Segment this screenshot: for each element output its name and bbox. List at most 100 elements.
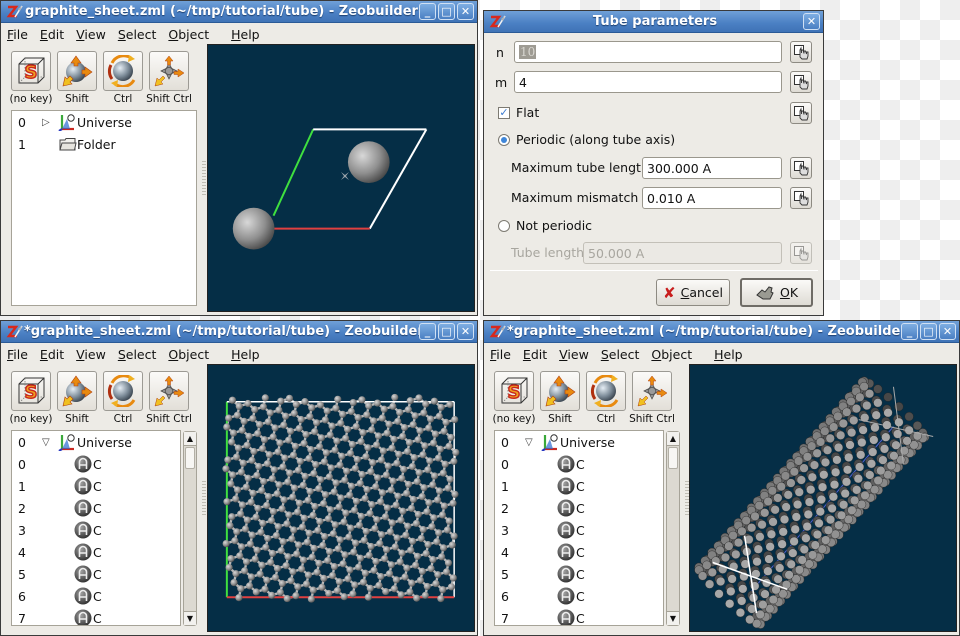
maximize-button[interactable]: □ <box>438 3 455 20</box>
close-button[interactable]: ✕ <box>803 13 820 30</box>
tool-shift[interactable]: Shift <box>57 51 97 105</box>
tree-row-folder[interactable]: 1 Folder <box>12 133 196 155</box>
tree-row-atom[interactable]: 6C <box>12 585 180 607</box>
maximize-button[interactable]: □ <box>438 323 455 340</box>
scroll-down-arrow[interactable]: ▼ <box>667 611 679 625</box>
object-tree[interactable]: 0 ▽ Universe 0 C 1 C 2 C 3 C 4 C 5 C 6 C 7 C <box>11 430 181 626</box>
menu-view[interactable]: View <box>76 27 106 42</box>
tree-scrollbar[interactable]: ▲ ▼ <box>183 431 197 626</box>
n-input[interactable]: 10 <box>514 41 782 63</box>
tree-row-universe[interactable]: 0 ▽ Universe <box>12 431 180 453</box>
tool-shift-ctrl[interactable]: Shift Ctrl <box>146 371 192 425</box>
tree-row-atom[interactable]: 1C <box>12 475 180 497</box>
not-periodic-radio[interactable] <box>498 219 510 232</box>
object-tree[interactable]: 0 ▽ Universe 0 C 1 C 2 C 3 C 4 C 5 C 6 C 7 C <box>494 430 664 626</box>
tree-row-atom[interactable]: 3C <box>495 519 663 541</box>
tree-row-atom[interactable]: 6C <box>495 585 663 607</box>
periodic-radio[interactable] <box>498 133 510 146</box>
zeobuilder-app-icon[interactable] <box>6 324 24 340</box>
scroll-thumb[interactable] <box>185 447 195 469</box>
expander-expanded-icon[interactable]: ▽ <box>525 437 533 448</box>
title-bar[interactable]: graphite_sheet.zml (~/tmp/tutorial/tube)… <box>1 1 477 23</box>
tree-row-atom[interactable]: 7C <box>495 607 663 625</box>
scroll-up-arrow[interactable]: ▲ <box>184 432 196 446</box>
scroll-thumb[interactable] <box>668 447 678 469</box>
cancel-button[interactable]: ✘ Cancel <box>656 279 730 306</box>
menu-object[interactable]: Object <box>168 27 209 42</box>
tool-shift[interactable]: Shift <box>540 371 580 425</box>
max-tube-length-input[interactable]: 300.000 A <box>642 157 782 179</box>
max-mismatch-help-button[interactable] <box>790 187 812 209</box>
tool-no-key[interactable]: (no key) <box>10 51 53 105</box>
zeobuilder-app-icon[interactable] <box>6 4 24 20</box>
tool-shift-ctrl[interactable]: Shift Ctrl <box>146 51 192 105</box>
menu-object[interactable]: Object <box>651 347 692 362</box>
menu-file[interactable]: File <box>7 27 28 42</box>
pane-splitter-handle[interactable] <box>202 481 206 517</box>
tree-row-atom[interactable]: 2C <box>495 497 663 519</box>
m-input[interactable]: 4 <box>514 71 782 93</box>
tree-row-atom[interactable]: 3C <box>12 519 180 541</box>
maximize-button[interactable]: □ <box>920 323 937 340</box>
menu-select[interactable]: Select <box>601 347 640 362</box>
3d-viewport[interactable] <box>207 364 475 632</box>
zeobuilder-app-icon[interactable] <box>489 324 507 340</box>
expander-expanded-icon[interactable]: ▽ <box>42 437 50 448</box>
title-bar[interactable]: *graphite_sheet.zml (~/tmp/tutorial/tube… <box>1 321 477 343</box>
menu-select[interactable]: Select <box>118 347 157 362</box>
menu-object[interactable]: Object <box>168 347 209 362</box>
flat-checkbox-row[interactable]: ✓ Flat <box>498 105 539 120</box>
tree-row-atom[interactable]: 5C <box>12 563 180 585</box>
not-periodic-radio-row[interactable]: Not periodic <box>498 218 592 233</box>
tool-no-key[interactable]: (no key) <box>10 371 53 425</box>
tool-no-key[interactable]: (no key) <box>493 371 536 425</box>
menu-help[interactable]: Help <box>231 347 260 362</box>
menu-help[interactable]: Help <box>714 347 743 362</box>
tree-row-atom[interactable]: 4C <box>12 541 180 563</box>
dialog-title-bar[interactable]: Tube parameters ✕ <box>484 11 823 33</box>
tree-row-atom[interactable]: 1C <box>495 475 663 497</box>
tool-shift[interactable]: Shift <box>57 371 97 425</box>
tree-row-atom[interactable]: 4C <box>495 541 663 563</box>
tool-shift-ctrl[interactable]: Shift Ctrl <box>629 371 675 425</box>
tree-scrollbar[interactable]: ▲ ▼ <box>666 431 680 626</box>
minimize-button[interactable]: _ <box>419 3 436 20</box>
expander-collapsed-icon[interactable]: ▷ <box>42 117 50 128</box>
m-help-button[interactable] <box>790 71 812 93</box>
flat-checkbox[interactable]: ✓ <box>498 106 510 119</box>
tree-row-atom[interactable]: 5C <box>495 563 663 585</box>
menu-edit[interactable]: Edit <box>523 347 547 362</box>
menu-select[interactable]: Select <box>118 27 157 42</box>
3d-viewport[interactable] <box>207 44 475 312</box>
3d-viewport[interactable] <box>689 364 957 632</box>
minimize-button[interactable]: _ <box>901 323 918 340</box>
tree-row-atom[interactable]: 0C <box>12 453 180 475</box>
object-tree[interactable]: 0 ▷ Universe 1 Folder <box>11 110 197 306</box>
close-button[interactable]: ✕ <box>939 323 956 340</box>
tube-length-input[interactable]: 50.000 A <box>583 242 782 264</box>
tool-ctrl[interactable]: Ctrl <box>103 51 143 105</box>
tree-row-atom[interactable]: 0C <box>495 453 663 475</box>
periodic-radio-row[interactable]: Periodic (along tube axis) <box>498 132 675 147</box>
tube-length-help-button[interactable] <box>790 242 812 264</box>
close-button[interactable]: ✕ <box>457 323 474 340</box>
menu-file[interactable]: File <box>490 347 511 362</box>
zeobuilder-app-icon[interactable] <box>489 14 507 30</box>
scroll-down-arrow[interactable]: ▼ <box>184 611 196 625</box>
tool-ctrl[interactable]: Ctrl <box>586 371 626 425</box>
close-button[interactable]: ✕ <box>457 3 474 20</box>
max-tube-length-help-button[interactable] <box>790 157 812 179</box>
scroll-up-arrow[interactable]: ▲ <box>667 432 679 446</box>
minimize-button[interactable]: _ <box>419 323 436 340</box>
pane-splitter-handle[interactable] <box>202 161 206 197</box>
tree-row-atom[interactable]: 7C <box>12 607 180 625</box>
tool-ctrl[interactable]: Ctrl <box>103 371 143 425</box>
tree-row-universe[interactable]: 0 ▽ Universe <box>495 431 663 453</box>
n-help-button[interactable] <box>790 41 812 63</box>
menu-file[interactable]: File <box>7 347 28 362</box>
menu-edit[interactable]: Edit <box>40 347 64 362</box>
menu-edit[interactable]: Edit <box>40 27 64 42</box>
menu-view[interactable]: View <box>76 347 106 362</box>
tree-row-atom[interactable]: 2C <box>12 497 180 519</box>
menu-view[interactable]: View <box>559 347 589 362</box>
